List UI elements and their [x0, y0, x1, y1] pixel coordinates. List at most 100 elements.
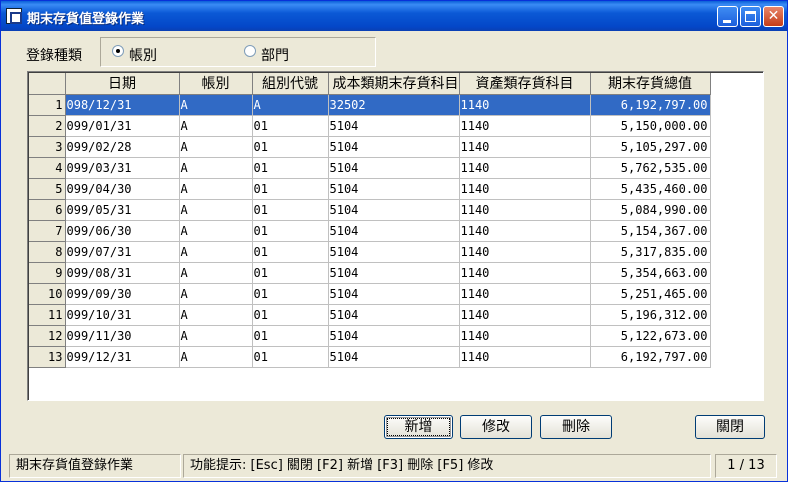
cell-total[interactable]: 5,354,663.00 — [590, 262, 711, 284]
cell-group[interactable]: 01 — [252, 262, 329, 284]
cell-group[interactable]: 01 — [252, 220, 329, 242]
delete-button[interactable]: 刪除 — [540, 415, 612, 439]
column-header-asset-account[interactable]: 資產類存貨科目 — [459, 73, 591, 95]
cell-cost-account[interactable]: 5104 — [328, 220, 460, 242]
cell-asset-account[interactable]: 1140 — [459, 220, 591, 242]
cell-total[interactable]: 5,122,673.00 — [590, 325, 711, 347]
cell-total[interactable]: 5,154,367.00 — [590, 220, 711, 242]
cell-total[interactable]: 5,762,535.00 — [590, 157, 711, 179]
cell-book[interactable]: A — [179, 262, 253, 284]
cell-cost-account[interactable]: 5104 — [328, 157, 460, 179]
cell-date[interactable]: 099/01/31 — [65, 115, 180, 137]
cell-asset-account[interactable]: 1140 — [459, 136, 591, 158]
cell-date[interactable]: 099/12/31 — [65, 346, 180, 368]
cell-cost-account[interactable]: 32502 — [328, 94, 460, 116]
row-number[interactable]: 2 — [29, 115, 66, 137]
cell-cost-account[interactable]: 5104 — [328, 304, 460, 326]
cell-group[interactable]: 01 — [252, 283, 329, 305]
cell-asset-account[interactable]: 1140 — [459, 199, 591, 221]
table-row[interactable]: 11 099/10/31 A 01 5104 1140 5,196,312.00 — [29, 304, 711, 326]
table-row[interactable]: 7 099/06/30 A 01 5104 1140 5,154,367.00 — [29, 220, 711, 242]
cell-cost-account[interactable]: 5104 — [328, 136, 460, 158]
cell-total[interactable]: 5,196,312.00 — [590, 304, 711, 326]
cell-date[interactable]: 099/02/28 — [65, 136, 180, 158]
table-row[interactable]: 8 099/07/31 A 01 5104 1140 5,317,835.00 — [29, 241, 711, 263]
row-number[interactable]: 9 — [29, 262, 66, 284]
add-button[interactable]: 新增 — [384, 415, 453, 439]
cell-date[interactable]: 099/10/31 — [65, 304, 180, 326]
cell-cost-account[interactable]: 5104 — [328, 199, 460, 221]
cell-cost-account[interactable]: 5104 — [328, 241, 460, 263]
maximize-button[interactable] — [740, 6, 761, 27]
cell-group[interactable]: 01 — [252, 199, 329, 221]
minimize-button[interactable] — [717, 6, 738, 27]
cell-asset-account[interactable]: 1140 — [459, 283, 591, 305]
cell-date[interactable]: 099/03/31 — [65, 157, 180, 179]
inventory-grid[interactable]: 日期 帳別 組別代號 成本類期末存貨科目 資產類存貨科目 期末存貨總值 1 098… — [27, 71, 764, 401]
cell-asset-account[interactable]: 1140 — [459, 94, 591, 116]
table-row[interactable]: 5 099/04/30 A 01 5104 1140 5,435,460.00 — [29, 178, 711, 200]
row-number[interactable]: 12 — [29, 325, 66, 347]
table-row[interactable]: 1 098/12/31 A A 32502 1140 6,192,797.00 — [29, 94, 711, 116]
edit-button[interactable]: 修改 — [460, 415, 532, 439]
cell-book[interactable]: A — [179, 199, 253, 221]
cell-cost-account[interactable]: 5104 — [328, 346, 460, 368]
cell-book[interactable]: A — [179, 283, 253, 305]
cell-asset-account[interactable]: 1140 — [459, 157, 591, 179]
cell-cost-account[interactable]: 5104 — [328, 262, 460, 284]
cell-book[interactable]: A — [179, 220, 253, 242]
table-row[interactable]: 10 099/09/30 A 01 5104 1140 5,251,465.00 — [29, 283, 711, 305]
cell-book[interactable]: A — [179, 178, 253, 200]
table-row[interactable]: 2 099/01/31 A 01 5104 1140 5,150,000.00 — [29, 115, 711, 137]
radio-department-label[interactable]: 部門 — [261, 45, 289, 65]
row-number[interactable]: 4 — [29, 157, 66, 179]
cell-asset-account[interactable]: 1140 — [459, 178, 591, 200]
row-number[interactable]: 13 — [29, 346, 66, 368]
cell-group[interactable]: 01 — [252, 325, 329, 347]
column-header-cost-account[interactable]: 成本類期末存貨科目 — [328, 73, 460, 95]
cell-asset-account[interactable]: 1140 — [459, 325, 591, 347]
cell-total[interactable]: 5,251,465.00 — [590, 283, 711, 305]
cell-group[interactable]: A — [252, 94, 329, 116]
cell-book[interactable]: A — [179, 136, 253, 158]
header-corner[interactable] — [29, 73, 66, 95]
table-row[interactable]: 3 099/02/28 A 01 5104 1140 5,105,297.00 — [29, 136, 711, 158]
row-number[interactable]: 7 — [29, 220, 66, 242]
column-header-group[interactable]: 組別代號 — [252, 73, 329, 95]
cell-total[interactable]: 6,192,797.00 — [590, 94, 711, 116]
cell-book[interactable]: A — [179, 241, 253, 263]
cell-cost-account[interactable]: 5104 — [328, 115, 460, 137]
cell-date[interactable]: 099/05/31 — [65, 199, 180, 221]
row-number[interactable]: 10 — [29, 283, 66, 305]
row-number[interactable]: 6 — [29, 199, 66, 221]
cell-cost-account[interactable]: 5104 — [328, 283, 460, 305]
cell-group[interactable]: 01 — [252, 136, 329, 158]
radio-book[interactable] — [112, 45, 124, 57]
cell-asset-account[interactable]: 1140 — [459, 346, 591, 368]
cell-group[interactable]: 01 — [252, 115, 329, 137]
cell-book[interactable]: A — [179, 115, 253, 137]
table-row[interactable]: 6 099/05/31 A 01 5104 1140 5,084,990.00 — [29, 199, 711, 221]
cell-cost-account[interactable]: 5104 — [328, 178, 460, 200]
cell-asset-account[interactable]: 1140 — [459, 115, 591, 137]
cell-group[interactable]: 01 — [252, 241, 329, 263]
cell-book[interactable]: A — [179, 304, 253, 326]
cell-book[interactable]: A — [179, 157, 253, 179]
cell-date[interactable]: 099/08/31 — [65, 262, 180, 284]
cell-group[interactable]: 01 — [252, 157, 329, 179]
cell-asset-account[interactable]: 1140 — [459, 241, 591, 263]
cell-book[interactable]: A — [179, 94, 253, 116]
column-header-total[interactable]: 期末存貨總值 — [590, 73, 711, 95]
cell-group[interactable]: 01 — [252, 178, 329, 200]
app-icon[interactable] — [6, 8, 22, 24]
cell-book[interactable]: A — [179, 325, 253, 347]
radio-department[interactable] — [244, 45, 256, 57]
cell-book[interactable]: A — [179, 346, 253, 368]
column-header-date[interactable]: 日期 — [65, 73, 180, 95]
title-bar[interactable]: 期末存貨值登錄作業 ✕ — [1, 1, 787, 31]
row-number[interactable]: 1 — [29, 94, 66, 116]
cell-date[interactable]: 099/04/30 — [65, 178, 180, 200]
table-row[interactable]: 9 099/08/31 A 01 5104 1140 5,354,663.00 — [29, 262, 711, 284]
cell-total[interactable]: 5,084,990.00 — [590, 199, 711, 221]
cell-total[interactable]: 5,105,297.00 — [590, 136, 711, 158]
